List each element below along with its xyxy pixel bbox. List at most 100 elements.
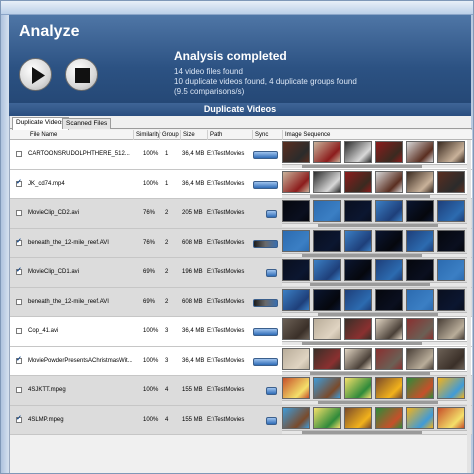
cell-path: E:\TestMovies	[207, 151, 245, 157]
column-group[interactable]: Group	[159, 130, 179, 140]
table-row[interactable]: MovieClip_CD1.avi 69% 2 196 MB E:\TestMovies	[10, 258, 472, 288]
video-frame-thumbnail	[406, 288, 434, 311]
cell-path: E:\TestMovies	[207, 239, 245, 246]
results-panel: Duplicate Videos Scanned Files File Name…	[9, 116, 472, 473]
thumbnail-scroll-thumb[interactable]	[302, 253, 422, 257]
cell-file-name: Cop_41.avi	[28, 328, 59, 334]
table-row[interactable]: CARTOONSRUDOLPHTHERE_512... 100% 1 36,4 MB E…	[10, 140, 472, 170]
thumbnail-scroll-thumb[interactable]	[310, 371, 430, 375]
video-frame-thumbnail	[406, 318, 434, 340]
table-row[interactable]: JK_cd74.mp4 100% 1 36,4 MBE:\TestMovies	[10, 169, 472, 199]
column-image-sequence[interactable]: Image Sequence	[282, 130, 330, 140]
cell-path: E:\TestMovies	[207, 387, 245, 393]
table-row[interactable]: beneath_the_12-mile_reef.AVI 69% 2 608 MB E:…	[10, 287, 472, 317]
thumbnail-scroll-thumb[interactable]	[302, 430, 422, 434]
cell-file-name: 4SJKTT.mpeg	[28, 387, 66, 393]
video-frame-thumbnail	[313, 318, 341, 340]
row-checkbox[interactable]	[16, 298, 22, 305]
video-frame-thumbnail	[406, 200, 434, 222]
thumbnail-scrollbar[interactable]	[282, 164, 468, 168]
row-checkbox[interactable]	[16, 178, 22, 187]
video-frame-thumbnail	[313, 141, 341, 163]
thumbnail-scrollbar[interactable]	[282, 400, 468, 404]
grid-vertical-scrollbar[interactable]	[467, 140, 471, 473]
sync-slider[interactable]	[266, 210, 277, 218]
row-checkbox[interactable]	[16, 151, 22, 157]
cell-group: 3	[165, 357, 169, 364]
row-checkbox[interactable]	[16, 237, 22, 246]
section-title: Duplicate Videos	[9, 103, 471, 116]
table-row[interactable]: 4SJKTT.mpeg 100% 4 155 MB E:\TestMovies	[10, 376, 472, 406]
table-row[interactable]: 4SLMP.mpeg 100% 4 155 MB E:\TestMovies	[10, 405, 472, 435]
grid-header: File Name Similarity Group Size Path Syn…	[10, 130, 472, 140]
thumbnail-scrollbar[interactable]	[282, 311, 468, 316]
cell-similarity: 76%	[143, 210, 156, 216]
column-path[interactable]: Path	[207, 130, 222, 140]
video-frame-thumbnail	[406, 347, 434, 370]
row-checkbox[interactable]	[16, 355, 22, 364]
video-frame-thumbnail	[344, 406, 372, 429]
row-checkbox[interactable]	[16, 328, 22, 334]
column-sync[interactable]: Sync	[252, 130, 268, 140]
video-frame-thumbnail	[375, 170, 403, 193]
column-similarity[interactable]: Similarity	[133, 130, 160, 140]
start-scan-button[interactable]	[19, 58, 52, 91]
video-frame-thumbnail	[437, 288, 465, 311]
table-row[interactable]: MovieClip_CD2.avi 76% 2 205 MB E:\TestMovies	[10, 199, 472, 229]
thumbnail-scroll-thumb[interactable]	[302, 342, 422, 345]
thumbnail-scrollbar[interactable]	[282, 223, 468, 227]
row-checkbox[interactable]	[16, 414, 22, 423]
thumbnail-scrollbar[interactable]	[282, 429, 468, 434]
cell-path: E:\TestMovies	[207, 210, 245, 216]
row-checkbox[interactable]	[16, 210, 22, 216]
tab-duplicate-videos[interactable]: Duplicate Videos	[12, 117, 69, 130]
table-row[interactable]: MoviePowderPresentsAChristmasWit... 100% 3…	[10, 346, 472, 376]
sync-slider[interactable]	[266, 416, 277, 425]
row-checkbox[interactable]	[16, 266, 22, 275]
video-frame-thumbnail	[313, 200, 341, 222]
table-row[interactable]: Cop_41.avi 100% 3 36,4 MB E:\TestMovies	[10, 317, 472, 347]
thumbnail-scrollbar[interactable]	[282, 341, 468, 345]
cell-similarity: 100%	[143, 328, 159, 334]
thumbnail-scrollbar[interactable]	[282, 252, 468, 257]
thumbnail-scroll-thumb[interactable]	[318, 401, 438, 404]
thumbnail-scroll-thumb[interactable]	[310, 194, 430, 198]
video-frame-thumbnail	[375, 200, 403, 222]
table-row[interactable]: beneath_the_12-mile_reef.AVI 76% 2 608 MB E:…	[10, 228, 472, 258]
thumbnail-scrollbar[interactable]	[282, 370, 468, 375]
row-checkbox[interactable]	[16, 387, 22, 393]
sync-slider[interactable]	[266, 269, 277, 277]
tab-scanned-files[interactable]: Scanned Files	[62, 118, 112, 129]
column-file-name[interactable]: File Name	[28, 130, 57, 140]
video-frame-thumbnail	[437, 406, 465, 429]
cell-group: 4	[165, 387, 169, 393]
video-frame-thumbnail	[375, 318, 403, 340]
cell-path: E:\TestMovies	[207, 328, 245, 334]
thumbnail-scroll-thumb[interactable]	[310, 283, 430, 286]
video-frame-thumbnail	[375, 288, 403, 311]
sync-slider[interactable]	[266, 387, 277, 395]
sync-slider[interactable]	[253, 239, 278, 248]
video-frame-thumbnail	[313, 377, 341, 399]
cell-similarity: 69%	[143, 269, 156, 275]
thumbnail-scroll-thumb[interactable]	[318, 224, 438, 227]
cell-size: 36,4 MB	[182, 180, 205, 187]
thumbnail-scroll-thumb[interactable]	[302, 165, 422, 168]
status-duplicates-found: 10 duplicate videos found, 4 duplicate g…	[174, 77, 357, 86]
sync-slider[interactable]	[253, 328, 278, 336]
thumbnail-scroll-thumb[interactable]	[318, 312, 438, 316]
cell-size: 155 MB	[182, 416, 203, 423]
sync-slider[interactable]	[253, 180, 278, 189]
cell-path: E:\TestMovies	[207, 357, 245, 364]
sync-slider[interactable]	[253, 151, 278, 159]
sync-slider[interactable]	[253, 357, 278, 366]
column-size[interactable]: Size	[180, 130, 195, 140]
thumbnail-scrollbar[interactable]	[282, 193, 468, 198]
cell-size: 196 MB	[182, 269, 203, 275]
video-frame-thumbnail	[344, 200, 372, 222]
thumbnail-scrollbar[interactable]	[282, 282, 468, 286]
cell-group: 2	[165, 239, 169, 246]
status-files-found: 14 video files found	[174, 67, 243, 76]
stop-scan-button[interactable]	[65, 58, 98, 91]
sync-slider[interactable]	[253, 298, 278, 307]
